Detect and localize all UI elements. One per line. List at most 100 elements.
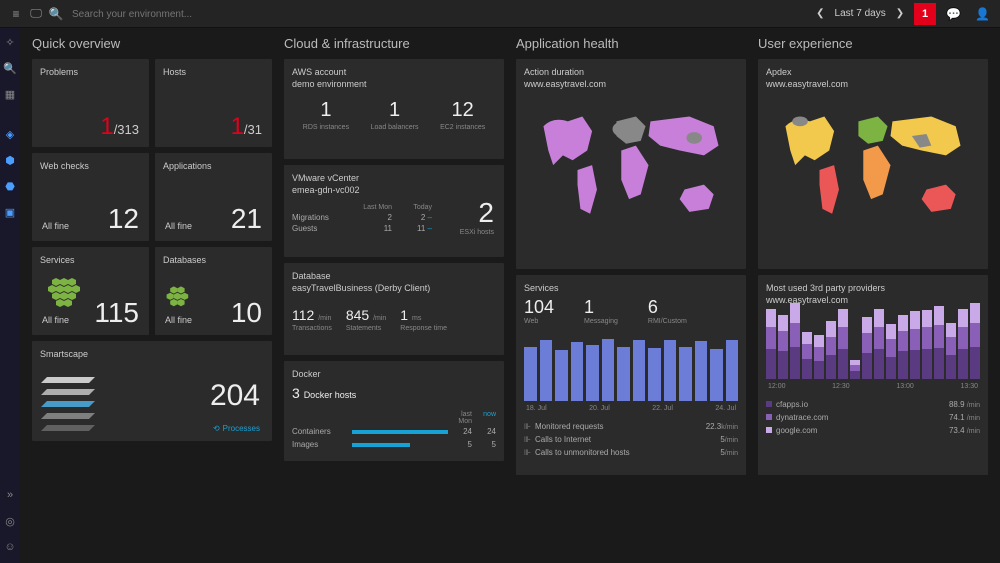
webchecks-count: 12 [108,203,139,235]
services-metrics: 104Web 1Messaging 6RMI/Custom [524,297,738,325]
col-cloud: Cloud & infrastructure AWS account demo … [284,36,504,555]
world-map-apdex [766,95,980,245]
tile-label: Applications [163,161,264,171]
hosts-total: /31 [244,122,262,137]
tile-label: AWS account [292,67,496,77]
applications-count: 21 [231,203,262,235]
tile-problems[interactable]: Problems 1/313 [32,59,149,147]
nav-grid-icon[interactable]: ▦ [0,84,20,104]
tile-label: Services [40,255,141,265]
tile-label: VMware vCenter [292,173,496,183]
tile-label: Problems [40,67,141,77]
nav-search-icon[interactable]: 🔍 [0,58,20,78]
search-icon[interactable]: 🔍 [46,7,66,21]
section-title-app: Application health [516,36,746,51]
services-xaxis: 18. Jul20. Jul22. Jul24. Jul [524,405,738,412]
tile-label: Apdex [766,67,980,77]
time-period[interactable]: Last 7 days [835,8,886,19]
section-title-cloud: Cloud & infrastructure [284,36,504,51]
problems-count: 1 [100,113,113,140]
nav-target-icon[interactable]: ◎ [0,511,20,531]
docker-row: Images55 [292,438,496,451]
layers-icon [44,375,92,435]
nav-expand-icon[interactable]: » [0,485,20,505]
tile-aws[interactable]: AWS account demo environment 1 RDS instan… [284,59,504,159]
tile-subtitle: www.easytravel.com [524,79,738,89]
monitor-icon[interactable]: 🖵 [26,6,46,21]
docker-row: Containers2424 [292,425,496,438]
tile-label: Web checks [40,161,141,171]
metric-value: 12 [440,99,485,122]
docker-hosts-label: Docker hosts [304,390,357,400]
status-text: All fine [165,315,192,325]
user-icon[interactable]: 👤 [971,7,994,21]
tile-hosts[interactable]: Hosts 1/31 [155,59,272,147]
topbar-right: ❮ Last 7 days ❯ 1 💬 👤 [812,3,994,25]
tile-subtitle: easyTravelBusiness (Derby Client) [292,283,496,293]
section-title-quick: Quick overview [32,36,272,51]
providers-list: cfapps.io88.9 /min dynatrace.com74.1 /mi… [766,398,980,437]
nav-cube-icon[interactable]: ◈ [0,124,20,144]
tile-subtitle: demo environment [292,79,496,89]
vcenter-side: 2 ESXi hosts [460,197,494,236]
next-period-icon[interactable]: ❯ [892,8,908,19]
menu-icon[interactable]: ≡ [6,7,26,21]
tile-action-duration[interactable]: Action duration www.easytravel.com [516,59,746,269]
status-text: All fine [165,221,192,231]
metric-label: Load balancers [371,124,419,132]
alert-badge[interactable]: 1 [914,3,936,25]
status-text: All fine [42,315,69,325]
tile-label: Databases [163,255,264,265]
metric-label: EC2 instances [440,124,485,132]
metric-value: 1 [371,99,419,122]
tile-database[interactable]: Database easyTravelBusiness (Derby Clien… [284,263,504,355]
honeycomb-icon [163,279,199,319]
tile-applications[interactable]: Applications All fine 21 [155,153,272,241]
tile-app-services[interactable]: Services 104Web 1Messaging 6RMI/Custom 1… [516,275,746,475]
tile-docker[interactable]: Docker 3 Docker hosts last Monnow Contai… [284,361,504,461]
providers-xaxis: 12:0012:3013:0013:30 [766,383,980,390]
nav-db-icon[interactable]: ⬣ [0,176,20,196]
metric-value: 1 [303,99,349,122]
hosts-count: 1 [231,113,244,140]
tile-smartscape[interactable]: Smartscape 204 Processes [32,341,272,441]
dashboard-content: Quick overview Problems 1/313 Hosts 1/31… [20,28,1000,563]
nav-person-icon[interactable]: ☺ [0,537,20,557]
services-bar-chart [524,337,738,401]
tile-label: Smartscape [40,349,264,359]
nav-app-icon[interactable]: ▣ [0,202,20,222]
nav-compass-icon[interactable]: ✧ [0,32,20,52]
databases-count: 10 [231,297,262,329]
prev-period-icon[interactable]: ❮ [812,8,828,19]
section-title-ux: User experience [758,36,988,51]
tile-vcenter[interactable]: VMware vCenter emea-gdn-vc002 Last MonTo… [284,165,504,257]
tile-subtitle: www.easytravel.com [766,79,980,89]
honeycomb-icon [42,275,92,315]
chat-icon[interactable]: 💬 [942,7,965,21]
tile-label: Docker [292,369,496,379]
main-layout: ✧ 🔍 ▦ ◈ ⬢ ⬣ ▣ » ◎ ☺ Quick overview Probl… [0,28,1000,563]
metric-label: RDS instances [303,124,349,132]
tile-label: Services [524,283,738,293]
docker-hosts-count: 3 [292,385,300,401]
nav-hex-icon[interactable]: ⬢ [0,150,20,170]
tile-label: Most used 3rd party providers [766,283,980,293]
tile-label: Database [292,271,496,281]
col-app-health: Application health Action duration www.e… [516,36,746,555]
smartscape-sublabel: Processes [213,424,260,433]
tile-third-party[interactable]: Most used 3rd party providers www.easytr… [758,275,988,475]
search-input[interactable] [66,5,366,24]
world-map-purple [524,95,738,245]
providers-bar-chart [766,315,980,379]
tile-apdex[interactable]: Apdex www.easytravel.com [758,59,988,269]
tile-label: Action duration [524,67,738,77]
tile-subtitle: emea-gdn-vc002 [292,185,496,195]
tile-services[interactable]: Services All fine 115 [32,247,149,335]
tile-databases[interactable]: Databases All fine 10 [155,247,272,335]
aws-metrics: 1 RDS instances 1 Load balancers 12 EC2 ins… [292,99,496,132]
services-list: Monitored requests22.3k/min Calls to Int… [524,420,738,459]
col-ux: User experience Apdex www.easytravel.com [758,36,988,555]
sidebar: ✧ 🔍 ▦ ◈ ⬢ ⬣ ▣ » ◎ ☺ [0,28,20,563]
status-text: All fine [42,221,69,231]
tile-webchecks[interactable]: Web checks All fine 12 [32,153,149,241]
